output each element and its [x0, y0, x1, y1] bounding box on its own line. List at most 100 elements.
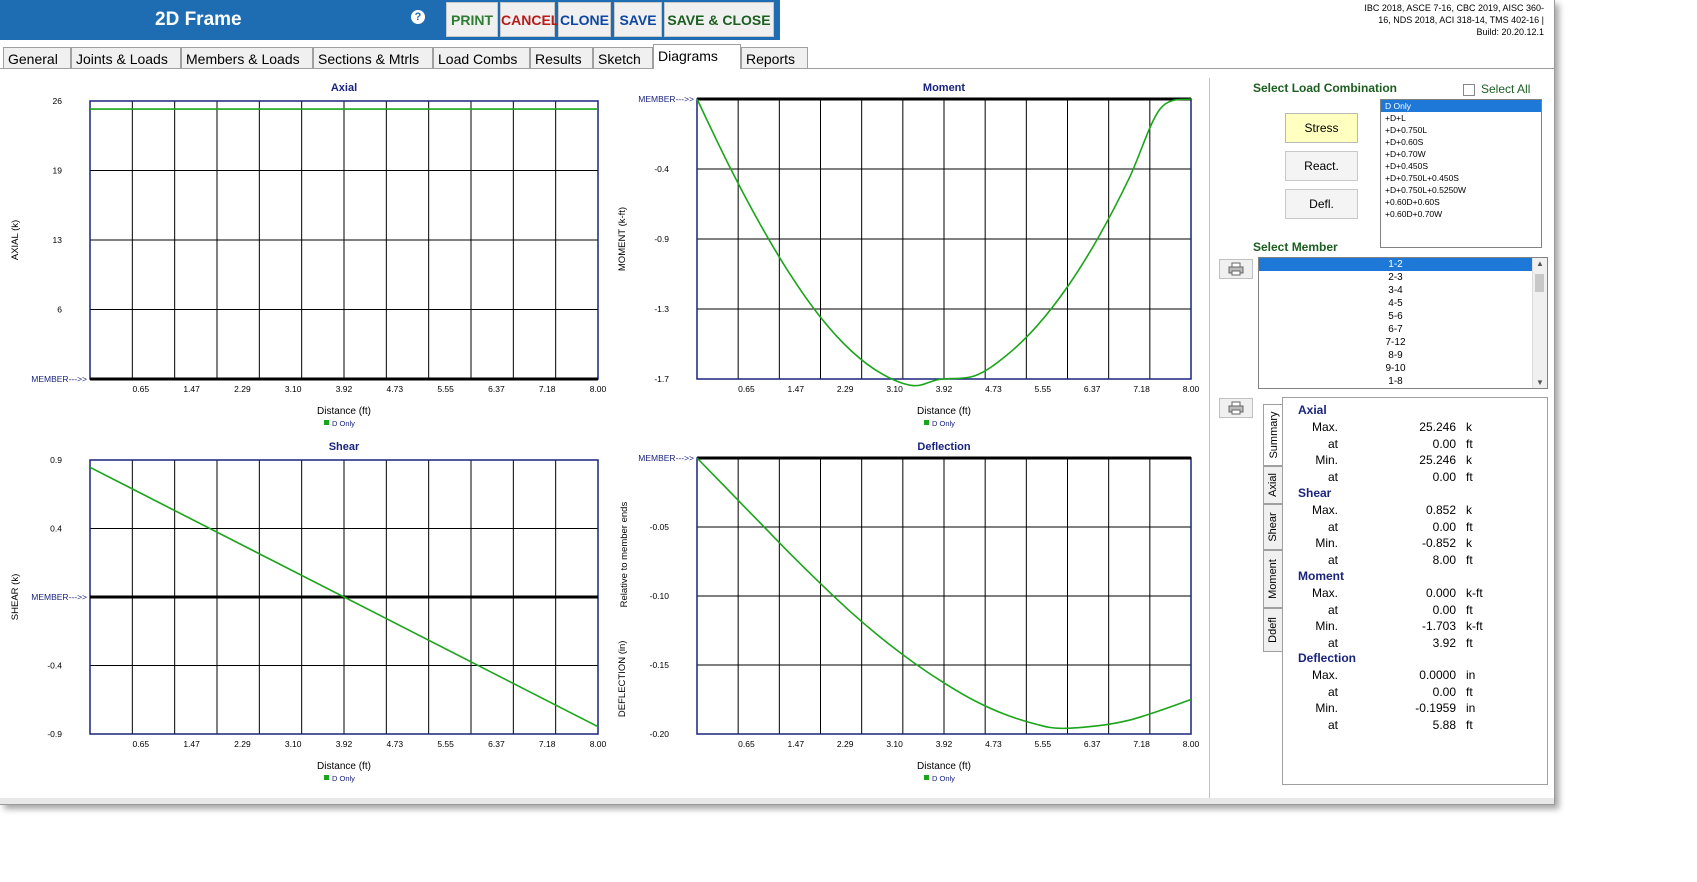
- legend-label: D Only: [932, 774, 955, 783]
- print-summary-button[interactable]: [1219, 398, 1253, 418]
- summary-row-label: Max.: [1311, 503, 1338, 517]
- legend-swatch: [924, 775, 929, 780]
- member-list[interactable]: 1-2 2-3 3-4 4-5 5-6 6-7 7-12 8-9 9-10 1-8 ▲ ▼: [1258, 257, 1548, 389]
- defl-button[interactable]: Defl.: [1285, 189, 1358, 219]
- summary-row-value: 0.0000: [1419, 668, 1456, 682]
- tab-sketch[interactable]: Sketch: [593, 47, 653, 68]
- load-combination-item[interactable]: D Only: [1381, 100, 1541, 112]
- load-combination-item[interactable]: +D+0.750L+0.5250W: [1381, 184, 1541, 196]
- legend-label: D Only: [332, 774, 355, 783]
- scroll-down-icon[interactable]: ▼: [1535, 378, 1545, 387]
- print-members-button[interactable]: [1219, 259, 1253, 279]
- y-tick-label: 19: [53, 166, 63, 176]
- load-combination-item[interactable]: +D+0.750L+0.450S: [1381, 172, 1541, 184]
- summary-row-unit: k: [1466, 503, 1472, 517]
- summary-row-unit: k: [1466, 453, 1472, 467]
- summary-row-label: Max.: [1311, 668, 1338, 682]
- x-tick-label: 3.10: [285, 739, 302, 749]
- summary-row-label: at: [1327, 685, 1338, 699]
- summary-row-value: 25.246: [1419, 453, 1456, 467]
- load-combination-item[interactable]: +0.60D+0.70W: [1381, 208, 1541, 220]
- tab-diagrams[interactable]: Diagrams: [653, 44, 741, 69]
- x-tick-label: 4.73: [387, 739, 404, 749]
- load-combination-item[interactable]: +D+0.60S: [1381, 136, 1541, 148]
- print-button[interactable]: PRINT: [446, 2, 498, 37]
- legend-swatch: [324, 775, 329, 780]
- vtab-axial[interactable]: Axial: [1263, 466, 1283, 504]
- x-tick-label: 6.37: [1084, 739, 1101, 749]
- load-combination-item[interactable]: +D+0.450S: [1381, 160, 1541, 172]
- tab-sections-mtrls[interactable]: Sections & Mtrls: [313, 47, 433, 68]
- x-tick-label: 5.55: [1035, 384, 1052, 394]
- summary-row-label: at: [1327, 553, 1338, 567]
- react-button[interactable]: React.: [1285, 151, 1358, 181]
- load-combination-list[interactable]: D Only +D+L +D+0.750L +D+0.60S +D+0.70W +D+0.…: [1380, 99, 1542, 248]
- vtab-moment[interactable]: Moment: [1263, 550, 1283, 608]
- x-tick-label: 3.10: [886, 739, 903, 749]
- summary-row-value: 0.00: [1432, 470, 1456, 484]
- x-tick-label: 6.37: [488, 384, 505, 394]
- member-list-item[interactable]: 2-3: [1259, 271, 1532, 284]
- scroll-thumb[interactable]: [1535, 274, 1544, 292]
- scroll-up-icon[interactable]: ▲: [1535, 259, 1545, 268]
- vtab-ddefl-label: Ddefl: [1267, 617, 1279, 643]
- member-list-item[interactable]: 8-9: [1259, 349, 1532, 362]
- tab-members-loads[interactable]: Members & Loads: [181, 47, 313, 68]
- question-circle-icon[interactable]: ?: [411, 10, 425, 24]
- y-tick-label: -0.4: [47, 661, 62, 671]
- x-axis-label: Distance (ft): [917, 761, 971, 772]
- summary-row-value: -1.703: [1421, 619, 1456, 633]
- member-list-item[interactable]: 1-2: [1259, 258, 1532, 271]
- chart-title: Shear: [329, 441, 360, 453]
- tab-reports[interactable]: Reports: [741, 47, 808, 68]
- summary-row-label: at: [1327, 437, 1338, 451]
- select-all-checkbox[interactable]: Select All: [1463, 82, 1530, 96]
- summary-row-label: Min.: [1315, 701, 1338, 715]
- tab-general[interactable]: General: [3, 47, 71, 68]
- member-list-scrollbar[interactable]: ▲ ▼: [1532, 258, 1547, 388]
- y-tick-label: -0.20: [650, 729, 670, 739]
- member-list-item[interactable]: 6-7: [1259, 323, 1532, 336]
- member-list-item[interactable]: 7-12: [1259, 336, 1532, 349]
- summary-row-value: 25.246: [1419, 420, 1456, 434]
- shear-chart: Shear MEMBER--->> 0.9 0.4 -0.4 -0.9 0.65 1.47 2.…: [0, 437, 610, 792]
- x-axis-label: Distance (ft): [917, 406, 971, 417]
- vtab-ddefl[interactable]: Ddefl: [1263, 608, 1283, 652]
- x-tick-label: 0.65: [133, 384, 150, 394]
- vtab-shear[interactable]: Shear: [1263, 504, 1283, 550]
- summary-row-value: 0.00: [1432, 520, 1456, 534]
- load-combination-item[interactable]: +D+0.70W: [1381, 148, 1541, 160]
- x-tick-label: 0.65: [738, 739, 755, 749]
- member-list-item[interactable]: 3-4: [1259, 284, 1532, 297]
- stress-button[interactable]: Stress: [1285, 113, 1358, 143]
- tab-load-combs[interactable]: Load Combs: [433, 47, 530, 68]
- x-tick-label: 4.73: [985, 384, 1002, 394]
- member-list-item[interactable]: 1-8: [1259, 375, 1532, 388]
- title-bar: 2D Frame ?: [0, 0, 780, 40]
- load-combination-item[interactable]: +D+L: [1381, 112, 1541, 124]
- cancel-button[interactable]: CANCEL: [500, 2, 559, 37]
- vtab-shear-label: Shear: [1267, 512, 1279, 542]
- moment-chart: Moment MEMBER--->> -0.4 -0.9 -1.3 -1.7 0.65 1.4…: [605, 78, 1205, 433]
- x-tick-label: 7.18: [539, 739, 556, 749]
- save-close-button[interactable]: SAVE & CLOSE: [664, 2, 774, 37]
- member-list-item[interactable]: 4-5: [1259, 297, 1532, 310]
- save-button[interactable]: SAVE: [614, 2, 662, 37]
- tab-joints-loads[interactable]: Joints & Loads: [71, 47, 181, 68]
- summary-row-label: at: [1327, 603, 1338, 617]
- member-list-item[interactable]: 5-6: [1259, 310, 1532, 323]
- tab-results[interactable]: Results: [530, 47, 593, 68]
- member-list-item[interactable]: 9-10: [1259, 362, 1532, 375]
- x-tick-label: 6.37: [488, 739, 505, 749]
- summary-row-value: 0.852: [1425, 503, 1456, 517]
- load-combination-item[interactable]: +0.60D+0.60S: [1381, 196, 1541, 208]
- y-tick-label: -0.05: [650, 522, 670, 532]
- vtab-summary[interactable]: Summary: [1263, 404, 1283, 466]
- checkbox-icon[interactable]: [1463, 83, 1475, 96]
- summary-row-value: 0.000: [1425, 586, 1456, 600]
- summary-row-label: Min.: [1315, 453, 1338, 467]
- clone-button[interactable]: CLONE: [558, 2, 611, 37]
- summary-row-unit: ft: [1466, 636, 1473, 650]
- load-combination-item[interactable]: +D+0.750L: [1381, 124, 1541, 136]
- member-marker-label: MEMBER--->>: [31, 374, 87, 384]
